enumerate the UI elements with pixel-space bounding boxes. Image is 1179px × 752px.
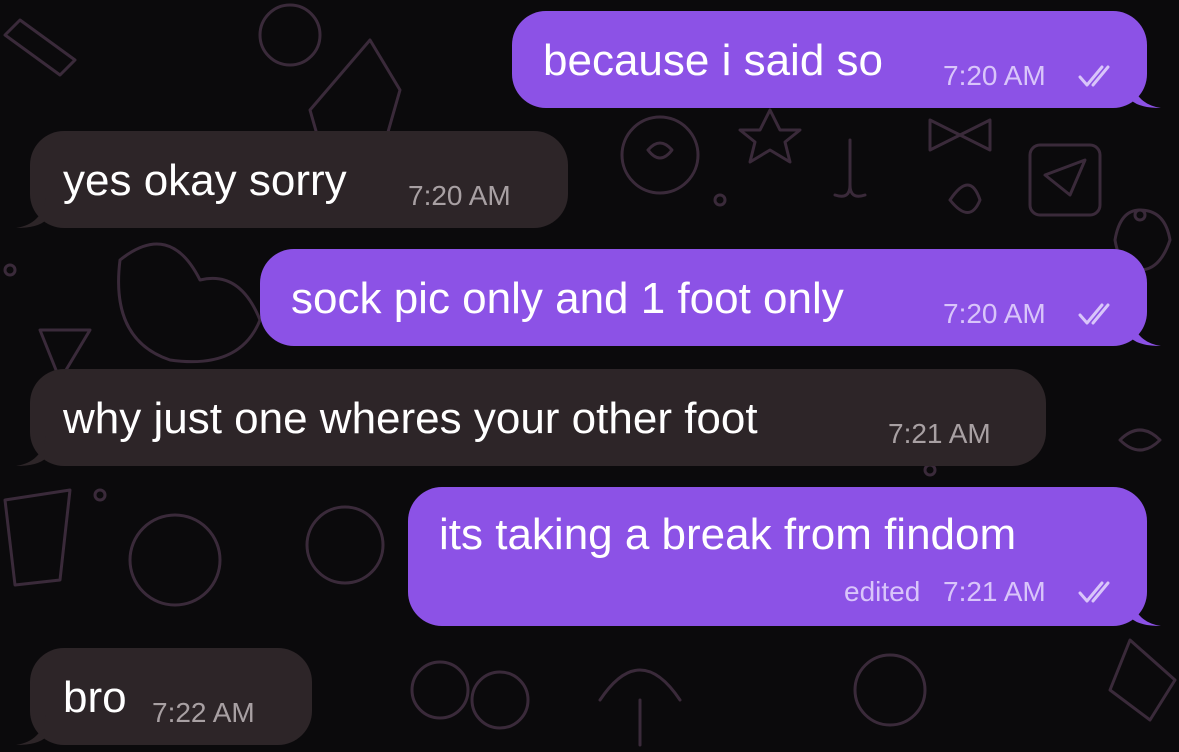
bow-doodle-icon bbox=[928, 118, 992, 152]
message-bubble-outgoing[interactable]: sock pic only and 1 foot only 7:20 AM bbox=[260, 249, 1161, 346]
message-text: its taking a break from findom bbox=[439, 510, 1017, 559]
message-text: yes okay sorry bbox=[63, 156, 347, 205]
pencil-doodle-icon bbox=[3, 18, 77, 77]
egg-doodle-icon bbox=[853, 653, 927, 727]
message-text: sock pic only and 1 foot only bbox=[291, 274, 844, 323]
message-time: 7:22 AM bbox=[152, 697, 255, 728]
message-bubble-outgoing[interactable]: because i said so 7:20 AM bbox=[512, 11, 1161, 108]
bubble-tail bbox=[1131, 596, 1161, 626]
bubble-tail bbox=[1131, 78, 1161, 108]
double-check-icon bbox=[1078, 303, 1110, 325]
popcorn-doodle-icon bbox=[3, 488, 72, 587]
message-bubble-incoming[interactable]: bro 7:22 AM bbox=[16, 648, 312, 745]
anchor-doodle-icon bbox=[833, 138, 867, 198]
message-text: why just one wheres your other foot bbox=[63, 394, 758, 443]
message-time: 7:21 AM bbox=[888, 418, 991, 449]
heart-doodle-icon bbox=[646, 141, 674, 160]
bubble-tail bbox=[16, 198, 46, 228]
duck-doodle-icon bbox=[117, 242, 262, 364]
bubble-tail bbox=[16, 436, 46, 466]
message-bubble-incoming[interactable]: why just one wheres your other foot 7:21… bbox=[16, 369, 1046, 466]
edited-label: edited bbox=[844, 576, 921, 607]
message-time: 7:20 AM bbox=[943, 60, 1046, 91]
bubble-tail bbox=[1131, 316, 1161, 346]
message-bubble-incoming[interactable]: yes okay sorry 7:20 AM bbox=[16, 131, 568, 228]
message-text: bro bbox=[63, 673, 127, 722]
leaf-doodle-icon bbox=[948, 183, 982, 214]
bubble-doodle-icon bbox=[305, 505, 385, 585]
kite-doodle-icon bbox=[1108, 638, 1177, 722]
message-bubble-outgoing[interactable]: its taking a break from findom edited 7:… bbox=[408, 487, 1161, 626]
squiggle-doodle-icon bbox=[1118, 428, 1162, 452]
smiley-doodle-icon bbox=[258, 3, 322, 67]
message-time: 7:21 AM bbox=[943, 576, 1046, 607]
double-check-icon bbox=[1078, 65, 1110, 87]
umbrella-doodle-icon bbox=[598, 668, 682, 747]
double-check-icon bbox=[1078, 581, 1110, 603]
dot-doodle-icon bbox=[713, 193, 727, 207]
bubble-tail bbox=[16, 715, 46, 745]
message-text: because i said so bbox=[543, 36, 883, 85]
message-time: 7:20 AM bbox=[408, 180, 511, 211]
sparkle-doodle-icon bbox=[738, 108, 802, 164]
mug-doodle-icon bbox=[1028, 143, 1102, 217]
cloud-doodle-icon bbox=[128, 513, 222, 607]
glasses-doodle-icon bbox=[410, 660, 470, 720]
heart-bubble-doodle-icon bbox=[620, 115, 700, 195]
paper-plane-doodle-icon bbox=[1043, 158, 1087, 197]
message-time: 7:20 AM bbox=[943, 298, 1046, 329]
